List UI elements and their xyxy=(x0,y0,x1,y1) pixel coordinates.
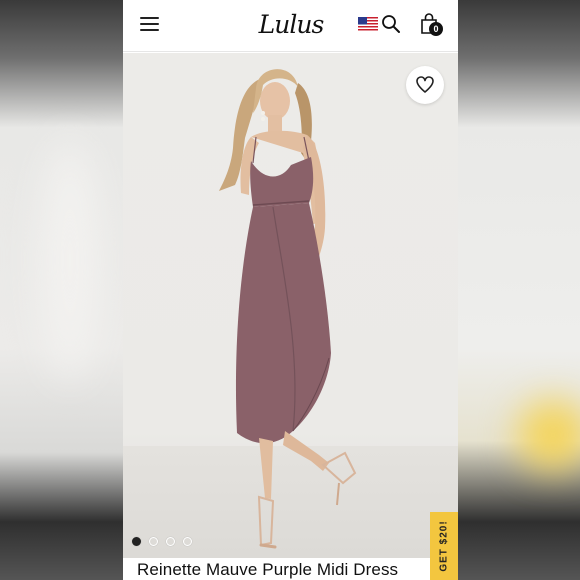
right-blurred-backdrop xyxy=(458,0,580,580)
hamburger-menu-icon[interactable] xyxy=(140,16,159,32)
site-header: Lulus 0 xyxy=(123,0,458,52)
carousel-dot-3[interactable] xyxy=(166,537,175,546)
search-icon[interactable] xyxy=(381,14,401,34)
carousel-dot-4[interactable] xyxy=(183,537,192,546)
backdrop-glow xyxy=(40,140,100,380)
carousel-dot-2[interactable] xyxy=(149,537,158,546)
carousel-pagination xyxy=(132,537,192,547)
left-blurred-backdrop xyxy=(0,0,123,580)
site-logo[interactable]: Lulus xyxy=(251,8,331,42)
cart-count-badge: 0 xyxy=(429,22,443,36)
backdrop-yellow-glow xyxy=(518,400,580,470)
product-title: Reinette Mauve Purple Midi Dress xyxy=(137,560,399,579)
wishlist-button[interactable] xyxy=(406,66,444,104)
phone-screen: Lulus 0 GET $20! Reinette Mauve Purple M… xyxy=(123,0,458,580)
model-illustration xyxy=(219,69,357,549)
promo-tab[interactable]: GET $20! xyxy=(430,512,458,580)
heart-icon xyxy=(416,76,434,93)
promo-label: GET $20! xyxy=(438,520,450,572)
us-flag-icon[interactable] xyxy=(358,17,378,32)
carousel-dot-1[interactable] xyxy=(132,537,141,546)
product-image[interactable] xyxy=(123,53,458,558)
